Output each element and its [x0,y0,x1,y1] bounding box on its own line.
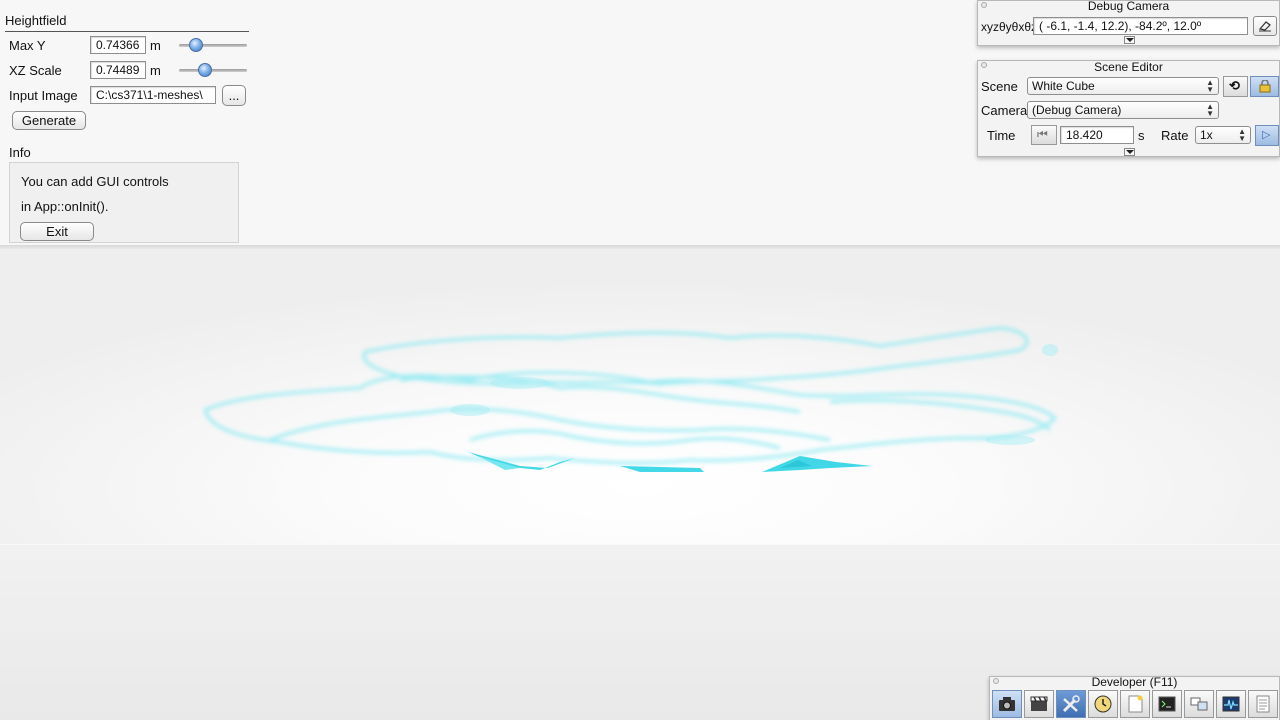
generate-button[interactable]: Generate [12,111,86,130]
scene-editor-collapse-button[interactable] [1124,148,1135,156]
scene-select[interactable]: White Cube ▲ ▼ [1027,77,1219,95]
title-divider [5,31,249,32]
max-y-unit: m [150,38,161,53]
developer-window: Developer (F11) [989,676,1280,720]
developer-title: Developer (F11) [1091,675,1178,689]
profiler-icon [1222,696,1240,712]
camera-icon [999,697,1015,711]
debug-camera-collapse-button[interactable] [1124,36,1135,44]
document-tool-button[interactable] [1248,690,1278,718]
tools-icon [1062,695,1080,713]
play-button[interactable]: ▷ [1255,125,1279,146]
terminal-tool-button[interactable] [1152,690,1182,718]
select-arrows-icon: ▲ ▼ [1206,78,1214,94]
terminal-icon [1158,696,1176,712]
clock-icon [1094,695,1112,713]
input-image-field[interactable]: C:\cs371\1-meshes\ [90,86,216,104]
document-icon [1256,695,1270,713]
camera-select[interactable]: (Debug Camera) ▲ ▼ [1027,101,1219,119]
debug-camera-title: Debug Camera [1087,0,1170,13]
tools-tool-button[interactable] [1056,690,1086,718]
clock-tool-button[interactable] [1088,690,1118,718]
exit-button[interactable]: Exit [20,222,94,241]
max-y-label: Max Y [9,38,46,53]
select-arrows-icon: ▲ ▼ [1206,102,1214,118]
info-line-1: You can add GUI controls [21,174,169,189]
scene-select-value: White Cube [1032,79,1095,93]
xz-scale-label: XZ Scale [9,63,62,78]
profiler-tool-button[interactable] [1216,690,1246,718]
reload-scene-button[interactable]: ⟲ [1223,76,1248,97]
xz-scale-slider[interactable] [179,69,247,72]
info-title: Info [9,145,31,160]
debug-camera-window: Debug Camera xyzθyθxθz ( -6.1, -1.4, 12.… [977,0,1280,46]
select-arrows-icon: ▲ ▼ [1238,127,1246,143]
play-icon: ▷ [1262,129,1271,141]
reload-icon: ⟲ [1229,78,1240,93]
scene-editor-window: Scene Editor Scene White Cube ▲ ▼ ⟲ Camer… [977,60,1280,157]
new-file-icon [1128,695,1143,713]
rate-select[interactable]: 1x ▲ ▼ [1195,126,1251,144]
time-label: Time [987,128,1016,143]
windows-tool-button[interactable] [1184,690,1214,718]
camera-tool-button[interactable] [992,690,1022,718]
xz-scale-unit: m [150,63,161,78]
lock-icon [1259,80,1271,93]
info-line-2: in App::onInit(). [21,199,109,214]
rewind-icon: ⏮ [1037,127,1048,141]
eraser-icon [1258,21,1271,32]
scene-label: Scene [981,79,1018,94]
copy-frame-button[interactable] [1253,16,1277,36]
max-y-slider-knob[interactable] [188,38,203,52]
time-unit: s [1138,128,1145,143]
camera-select-value: (Debug Camera) [1032,103,1122,117]
xz-scale-input[interactable]: 0.74489 [90,61,146,79]
browse-button[interactable]: ... [222,85,246,106]
rewind-time-button[interactable]: ⏮ [1031,125,1057,145]
heightfield-title: Heightfield [5,13,67,28]
rate-label: Rate [1161,128,1189,143]
clapperboard-icon [1030,696,1048,711]
time-input[interactable]: 18.420 [1060,126,1134,144]
camera-label: Camera [981,103,1028,118]
clapperboard-tool-button[interactable] [1024,690,1054,718]
input-image-label: Input Image [9,88,78,103]
windows-icon [1190,697,1208,711]
xz-scale-slider-knob[interactable] [197,63,212,77]
max-y-input[interactable]: 0.74366 [90,36,146,54]
lock-scene-button[interactable] [1250,76,1279,97]
new-file-tool-button[interactable] [1120,690,1150,718]
scene-editor-title: Scene Editor [1094,60,1163,74]
camera-coord-field[interactable]: ( -6.1, -1.4, 12.2), -84.2º, 12.0º [1033,17,1248,35]
coord-label: xyzθyθxθz [981,20,1038,34]
rate-select-value: 1x [1200,128,1213,142]
